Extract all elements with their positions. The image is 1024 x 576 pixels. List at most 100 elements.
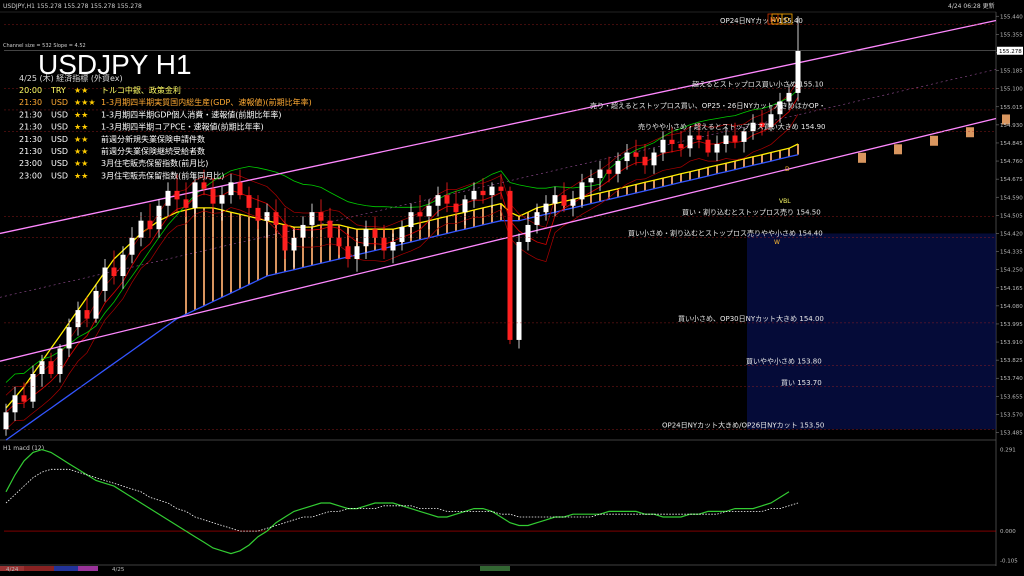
y-tick-label: 153.485 xyxy=(1000,431,1023,437)
candle-body xyxy=(291,237,297,251)
level-label: OP24日NYカット 155.40 xyxy=(720,17,803,25)
calendar-event-name: 前週分失業保険継続受給者数 xyxy=(101,146,205,156)
candle-body xyxy=(579,182,585,200)
y-tick-label: 154.505 xyxy=(1000,213,1023,219)
candle-body xyxy=(552,195,558,204)
candle-body xyxy=(102,267,108,291)
calendar-row: 21:30 USD ★★★ 1-3月期四半期実質国内総生産(GDP、速報値)(前期比年… xyxy=(19,97,312,107)
price-axis: 155.440155.355155.270155.185155.100155.0… xyxy=(996,14,1023,437)
candle-body xyxy=(57,348,63,374)
calendar-currency: USD xyxy=(51,135,68,144)
macd-signal-line xyxy=(5,468,799,532)
calendar-time: 23:00 xyxy=(19,159,42,168)
level-label: 超えるとストップロス買い小さめ 155.10 xyxy=(692,80,824,89)
level-label: 買い小さめ・割り込むとストップロス売りやや小さめ 154.40 xyxy=(628,229,823,238)
calendar-row: 23:00 USD ★★ 3月住宅販売保留指数(前年同月比) xyxy=(19,170,224,180)
candle-body xyxy=(246,195,252,208)
candle-body xyxy=(543,203,549,213)
calendar-event-name: 3月住宅販売保留指数(前年同月比) xyxy=(101,170,224,180)
level-label: 売り・超えるとストップロス買い、OP25・26日NYカット大きめほかOP・ xyxy=(590,101,826,110)
candle-body xyxy=(561,195,567,206)
candle-body xyxy=(714,144,720,153)
candle-body xyxy=(354,246,360,260)
candle-body xyxy=(210,188,216,204)
candle-body xyxy=(183,199,189,208)
calendar-row: 23:00 USD ★★ 3月住宅販売保留指数(前月比) xyxy=(19,158,208,168)
y-tick-label: 154.760 xyxy=(1000,159,1023,165)
candle-body xyxy=(66,327,72,349)
calendar-event-name: 1-3月期四半期実質国内総生産(GDP、速報値)(前期比年率) xyxy=(101,97,312,107)
calendar-row: 21:30 USD ★★ 前週分失業保険継続受給者数 xyxy=(19,146,205,156)
calendar-currency: USD xyxy=(51,98,68,107)
y-tick-label: 154.845 xyxy=(1000,141,1023,147)
candle-body xyxy=(489,186,495,196)
calendar-event-name: トルコ中銀、政策金利 xyxy=(101,85,181,95)
candle-body xyxy=(48,361,54,374)
macd-panel: H1 macd (12) 0.2910.000-0.105 xyxy=(3,445,1018,565)
candle-body xyxy=(507,190,513,340)
candle-body xyxy=(435,195,441,206)
marker-d: D xyxy=(784,16,789,24)
level-label: OP24日NYカット大きめ/OP26日NYカット 153.50 xyxy=(662,420,824,429)
calendar-currency: TRY xyxy=(50,86,66,95)
y-tick-label: 153.740 xyxy=(1000,376,1023,382)
calendar-row: 21:30 USD ★★ 1-3月期四半期GDP個人消費・速報値(前期比年率) xyxy=(19,109,282,119)
y-tick-label: 154.080 xyxy=(1000,304,1023,310)
last-price-label: 155.278 xyxy=(999,49,1022,55)
candle-body xyxy=(300,224,306,238)
candle-body xyxy=(156,205,162,230)
calendar-event-name: 前週分新規失業保険申請件数 xyxy=(101,134,205,144)
candle-body xyxy=(390,241,396,251)
calendar-time: 20:00 xyxy=(19,86,42,95)
candle-body xyxy=(741,131,747,142)
candle-body xyxy=(516,241,522,340)
macd-tick-label: -0.105 xyxy=(1000,559,1018,565)
candle-body xyxy=(93,290,99,319)
y-tick-label: 153.655 xyxy=(1000,394,1023,400)
y-tick-label: 155.100 xyxy=(1000,87,1023,93)
candle-body xyxy=(219,195,225,204)
calendar-stars: ★★★ xyxy=(74,98,96,107)
candle-body xyxy=(30,373,36,402)
candle-body xyxy=(273,212,279,225)
y-tick-label: 153.570 xyxy=(1000,412,1023,418)
candle-body xyxy=(237,182,243,196)
marker-w-low: W xyxy=(774,239,780,246)
ma-yellow xyxy=(5,143,799,409)
candle-body xyxy=(84,310,90,319)
y-tick-label: 154.590 xyxy=(1000,195,1023,201)
candle-body xyxy=(462,199,468,213)
ma-blue xyxy=(5,154,799,441)
calendar-stars: ★★ xyxy=(74,123,88,132)
calendar-stars: ★★ xyxy=(74,171,88,180)
candle-body xyxy=(453,203,459,213)
marker-vbl: VBL xyxy=(779,198,791,205)
level-label: 売りやや小さめ・超えるとストップロス買い大きめ 154.90 xyxy=(638,122,826,131)
y-tick-label: 155.015 xyxy=(1000,105,1023,111)
candle-body xyxy=(417,212,423,217)
candle-body xyxy=(39,361,45,374)
y-tick-label: 155.185 xyxy=(1000,69,1023,75)
candle-body xyxy=(399,227,405,242)
calendar-stars: ★★ xyxy=(74,110,88,119)
calendar-row: 20:00 TRY ★★ トルコ中銀、政策金利 xyxy=(19,85,181,95)
candle-body xyxy=(426,205,432,217)
bottom-date-bar: 4/24 4/25 xyxy=(0,566,510,573)
candle-body xyxy=(381,237,387,251)
calendar-stars: ★★ xyxy=(74,86,88,95)
calendar-row: 21:30 USD ★★ 前週分新規失業保険申請件数 xyxy=(19,134,205,144)
macd-line xyxy=(5,448,790,555)
calendar-time: 21:30 xyxy=(19,135,42,144)
candle-body xyxy=(615,161,621,174)
candle-body xyxy=(498,186,504,191)
candle-body xyxy=(138,220,144,238)
candle-body xyxy=(327,220,333,238)
y-tick-label: 154.250 xyxy=(1000,268,1023,274)
calendar-currency: USD xyxy=(51,123,68,132)
y-tick-label: 153.910 xyxy=(1000,340,1023,346)
candle-body xyxy=(732,135,738,142)
candle-body xyxy=(480,190,486,196)
candle-body xyxy=(534,212,540,225)
macd-tick-label: 0.000 xyxy=(1000,529,1016,535)
candle-body xyxy=(660,139,666,153)
